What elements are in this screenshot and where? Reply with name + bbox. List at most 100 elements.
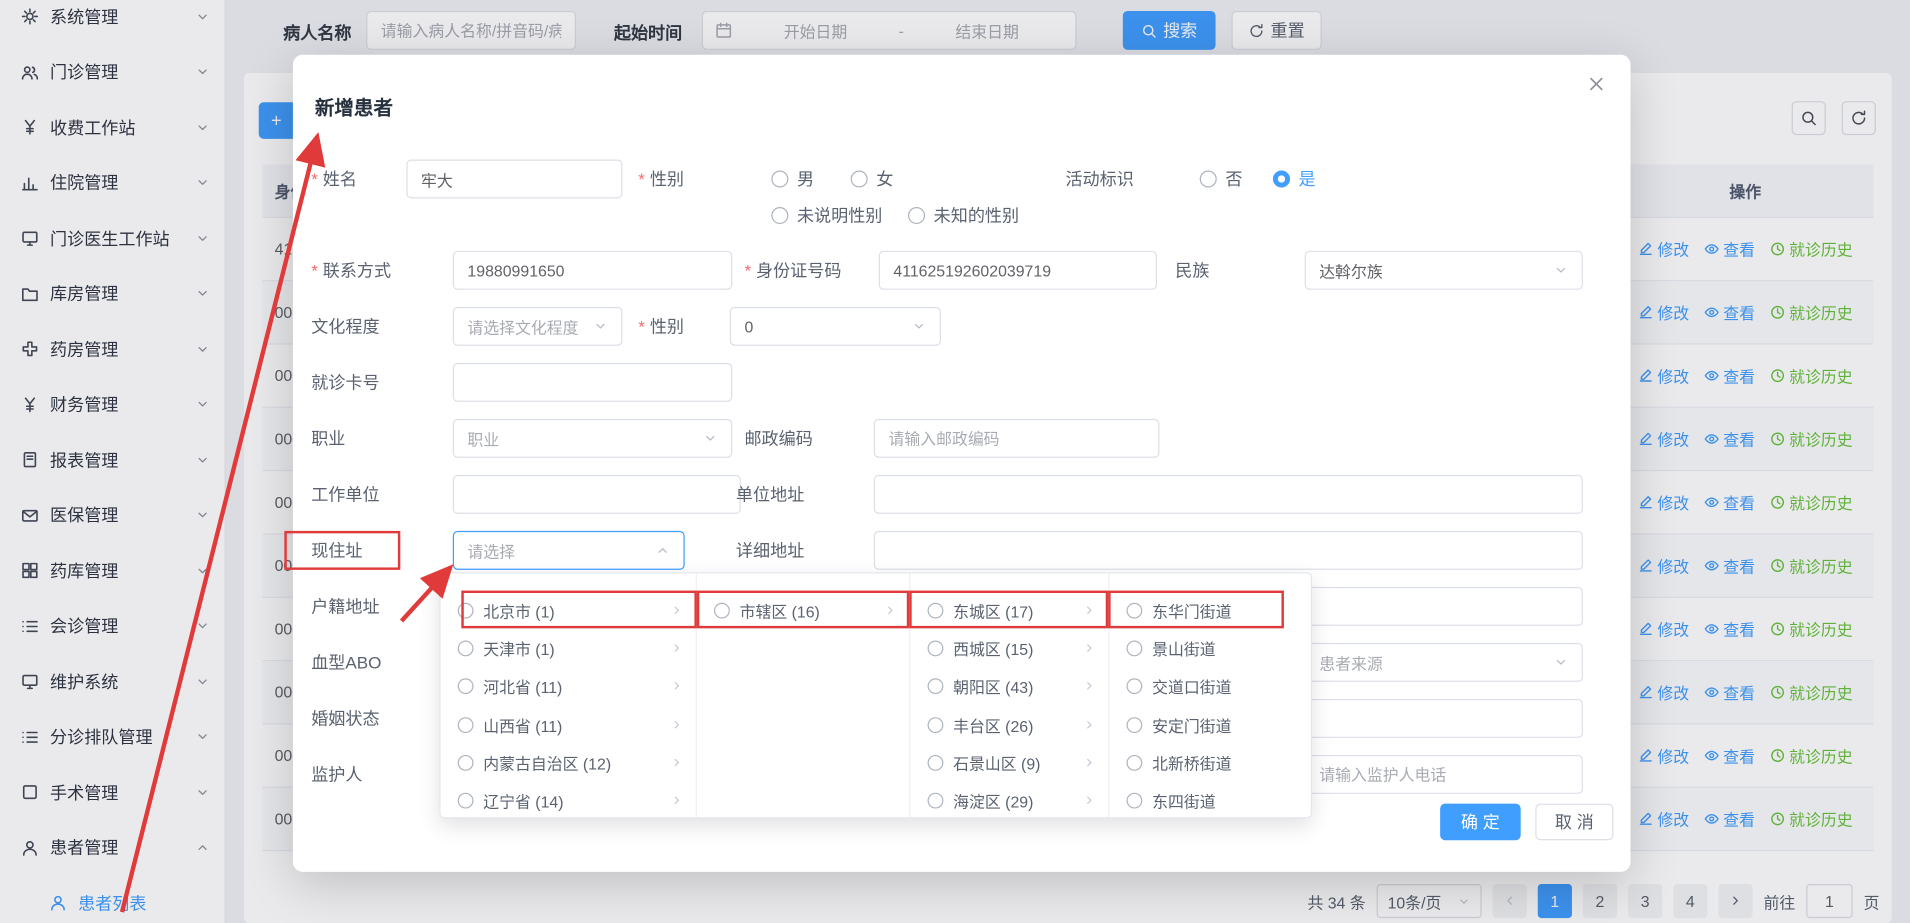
current-address-cascader-select[interactable]: 请选择 [453, 531, 685, 570]
cascader-option[interactable]: 东华门街道 [1109, 592, 1310, 630]
active-flag-yes[interactable]: 是 [1273, 160, 1316, 199]
gender-option-female[interactable]: 女 [851, 160, 894, 199]
household-detail-input[interactable] [1305, 587, 1583, 626]
confirm-button[interactable]: 确 定 [1440, 804, 1521, 841]
cascader-option[interactable]: 天津市 (1) [441, 630, 696, 668]
gender-option-unknown[interactable]: 未知的性别 [908, 196, 1019, 235]
work-unit-label: 工作单位 [311, 475, 379, 514]
application-window: 系统管理门诊管理收费工作站住院管理门诊医生工作站库房管理药房管理财务管理报表管理… [0, 0, 1910, 923]
ethnicity-select[interactable]: 达斡尔族 [1305, 251, 1583, 290]
cascader-option[interactable]: 内蒙古自治区 (12) [441, 744, 696, 782]
cascader-option[interactable]: 北京市 (1) [441, 592, 696, 630]
cascader-option[interactable]: 海淀区 (29) [910, 782, 1108, 817]
occupation-select[interactable]: 职业 [453, 419, 732, 458]
radio-selected-icon [1273, 170, 1290, 187]
id-number-input[interactable] [879, 251, 1157, 290]
radio-icon [458, 603, 474, 619]
chevron-right-icon [1083, 756, 1096, 769]
unit-address-input[interactable] [874, 475, 1583, 514]
chevron-right-icon [1083, 718, 1096, 731]
cascader-city-column: 市辖区 (16) [697, 574, 911, 818]
close-icon[interactable] [1587, 74, 1607, 93]
chevron-right-icon [884, 604, 897, 617]
active-flag-no[interactable]: 否 [1200, 160, 1243, 199]
gender-option-unspecified[interactable]: 未说明性别 [771, 196, 882, 235]
guardian-label: 监护人 [311, 755, 362, 794]
education-label: 文化程度 [311, 307, 379, 346]
cascader-option[interactable]: 石景山区 (9) [910, 744, 1108, 782]
household-address-label: 户籍地址 [311, 587, 379, 626]
blood-type-label: 血型ABO [311, 643, 381, 682]
chevron-right-icon [670, 718, 683, 731]
gender-code-select[interactable]: 0 [730, 307, 941, 346]
gender-label: *性别 [638, 160, 684, 199]
cascader-option[interactable]: 市辖区 (16) [697, 592, 909, 630]
active-flag-label: 活动标识 [1065, 160, 1133, 199]
detail-address-input[interactable] [874, 531, 1583, 570]
name-input[interactable] [406, 160, 622, 199]
chevron-up-icon [655, 543, 670, 558]
id-number-label: *身份证号码 [744, 251, 841, 290]
patient-source-select[interactable]: 患者来源 [1305, 643, 1583, 682]
radio-icon [928, 793, 944, 809]
radio-icon [458, 717, 474, 733]
cascader-option[interactable]: 安定门街道 [1109, 706, 1310, 744]
radio-icon [1126, 679, 1142, 695]
cascader-option[interactable]: 东城区 (17) [910, 592, 1108, 630]
cascader-option[interactable]: 北新桥街道 [1109, 744, 1310, 782]
occupation-label: 职业 [311, 419, 345, 458]
radio-icon [771, 170, 788, 187]
contact-input[interactable] [453, 251, 732, 290]
radio-icon [1126, 793, 1142, 809]
radio-icon [714, 603, 730, 619]
gender-option-male[interactable]: 男 [771, 160, 814, 199]
radio-icon [1126, 641, 1142, 657]
cascader-option[interactable]: 辽宁省 (14) [441, 782, 696, 817]
name-label: *姓名 [311, 160, 357, 199]
postal-code-input[interactable] [874, 419, 1160, 458]
marital-right-input[interactable] [1305, 699, 1583, 738]
cascader-option[interactable]: 西城区 (15) [910, 630, 1108, 668]
unit-address-label: 单位地址 [736, 475, 804, 514]
cascader-option[interactable]: 交道口街道 [1109, 668, 1310, 706]
education-select[interactable]: 请选择文化程度 [453, 307, 623, 346]
work-unit-input[interactable] [453, 475, 741, 514]
cascader-option[interactable]: 东四街道 [1109, 782, 1310, 817]
radio-icon [928, 679, 944, 695]
radio-icon [1126, 755, 1142, 771]
cascader-district-column: 东城区 (17)西城区 (15)朝阳区 (43)丰台区 (26)石景山区 (9)… [910, 574, 1109, 818]
chevron-down-icon [1554, 263, 1569, 278]
chevron-down-icon [912, 319, 927, 334]
radio-icon [458, 755, 474, 771]
chevron-right-icon [1083, 642, 1096, 655]
cascader-option[interactable]: 朝阳区 (43) [910, 668, 1108, 706]
detail-address-label: 详细地址 [736, 531, 804, 570]
ethnicity-label: 民族 [1175, 251, 1209, 290]
gender-code-label: *性别 [638, 307, 684, 346]
cascader-province-column: 北京市 (1)天津市 (1)河北省 (11)山西省 (11)内蒙古自治区 (12… [441, 574, 697, 818]
radio-icon [928, 641, 944, 657]
chevron-right-icon [670, 642, 683, 655]
cascader-option[interactable]: 景山街道 [1109, 630, 1310, 668]
radio-icon [771, 207, 788, 224]
radio-icon [908, 207, 925, 224]
radio-icon [928, 717, 944, 733]
guardian-phone-input[interactable] [1305, 755, 1583, 794]
cascader-street-column: 东华门街道景山街道交道口街道安定门街道北新桥街道东四街道 [1109, 574, 1310, 818]
cancel-button[interactable]: 取 消 [1535, 804, 1613, 841]
chevron-down-icon [703, 431, 718, 446]
chevron-right-icon [670, 756, 683, 769]
radio-icon [1126, 603, 1142, 619]
visit-card-input[interactable] [453, 363, 732, 402]
visit-card-label: 就诊卡号 [311, 363, 379, 402]
radio-icon [458, 793, 474, 809]
cascader-option[interactable]: 河北省 (11) [441, 668, 696, 706]
radio-icon [928, 755, 944, 771]
chevron-right-icon [670, 794, 683, 807]
radio-icon [851, 170, 868, 187]
chevron-right-icon [670, 604, 683, 617]
modal-title: 新增患者 [315, 91, 393, 120]
cascader-option[interactable]: 山西省 (11) [441, 706, 696, 744]
radio-icon [1126, 717, 1142, 733]
cascader-option[interactable]: 丰台区 (26) [910, 706, 1108, 744]
